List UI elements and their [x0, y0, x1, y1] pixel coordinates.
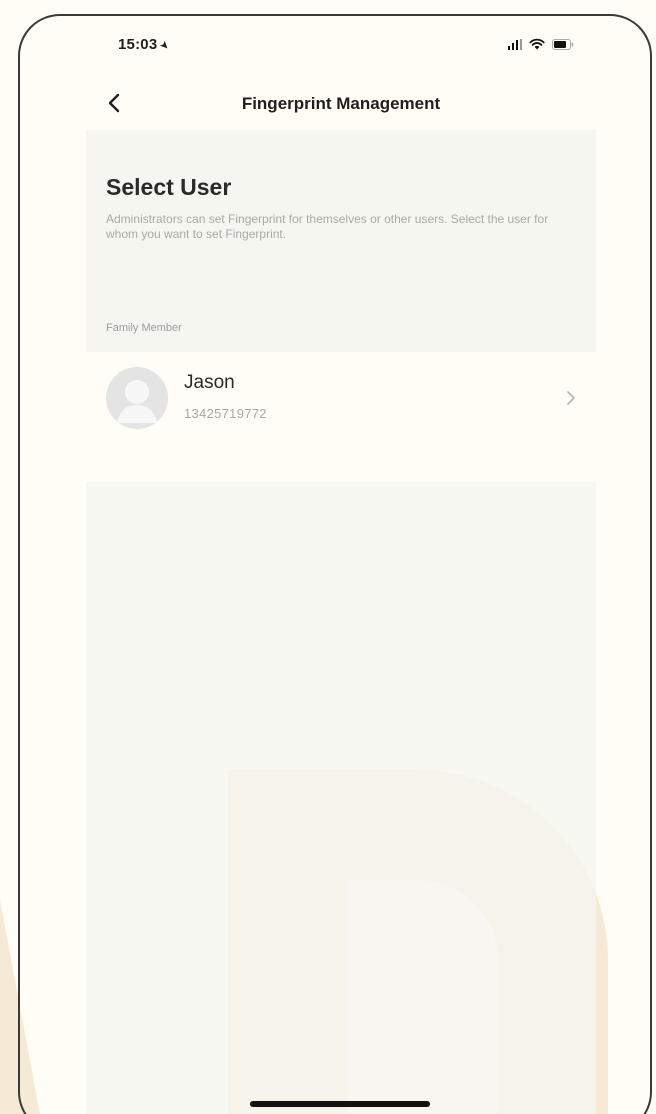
default-avatar-icon — [106, 367, 168, 429]
status-time: 15:03➤ — [118, 36, 173, 54]
nav-bar: Fingerprint Management — [20, 78, 650, 130]
status-time-text: 15:03 — [118, 36, 158, 53]
select-user-title: Select User — [106, 174, 232, 200]
cellular-signal-icon — [507, 38, 522, 50]
phone-frame: 15:03➤ Fingerprint Management Select Use… — [18, 14, 652, 1114]
status-bar: 15:03➤ — [20, 16, 650, 78]
empty-content-area — [86, 482, 596, 1114]
status-icons — [507, 38, 575, 50]
chevron-right-icon — [566, 390, 576, 406]
user-list-item[interactable]: Jason 13425719772 — [86, 352, 596, 446]
battery-icon — [552, 38, 574, 50]
screen: 15:03➤ Fingerprint Management Select Use… — [0, 0, 656, 1114]
user-phone: 13425719772 — [184, 406, 267, 421]
page-title: Fingerprint Management — [241, 94, 441, 113]
location-arrow-icon: ➤ — [157, 38, 173, 54]
select-user-header: Select User Administrators can set Finge… — [86, 130, 596, 352]
select-user-description: Administrators can set Fingerprint for t… — [106, 212, 549, 241]
home-indicator — [250, 1101, 430, 1107]
family-member-label: Family Member — [106, 322, 182, 334]
user-name: Jason — [184, 372, 235, 393]
wifi-icon — [529, 38, 545, 50]
